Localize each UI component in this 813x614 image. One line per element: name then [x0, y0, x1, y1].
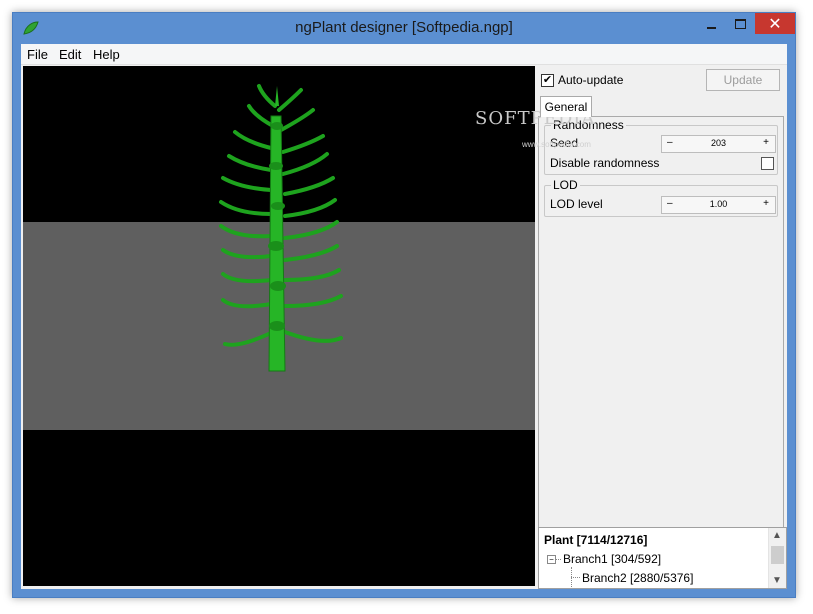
randomness-group: Randomness Seed – 203 + Disable randomne… [544, 118, 778, 175]
scroll-thumb[interactable] [771, 546, 784, 564]
lod-level-spinbox[interactable]: – 1.00 + [661, 196, 776, 214]
3d-viewport[interactable] [23, 66, 535, 586]
tree-item-branch2[interactable]: Branch2 [2880/5376] [582, 571, 693, 585]
tree-connector [556, 559, 561, 560]
menu-edit[interactable]: Edit [59, 47, 81, 62]
menu-bar: File Edit Help [21, 44, 787, 65]
window-title: ngPlant designer [Softpedia.ngp] [295, 19, 513, 36]
tree-item-branch1[interactable]: Branch1 [304/592] [563, 552, 661, 566]
app-window: ngPlant designer [Softpedia.ngp] ✕ File … [12, 12, 796, 598]
lod-title: LOD [551, 178, 580, 192]
lod-increment-button[interactable]: + [763, 198, 769, 209]
tab-general[interactable]: General [540, 96, 592, 117]
seed-increment-button[interactable]: + [763, 137, 769, 148]
menu-file[interactable]: File [27, 47, 48, 62]
auto-update-label: Auto-update [558, 73, 624, 87]
disable-randomness-label: Disable randomness [550, 156, 660, 170]
auto-update-checkbox[interactable]: ✔ [541, 74, 554, 87]
close-button[interactable]: ✕ [755, 13, 795, 34]
plant-tree-view[interactable]: Plant [7114/12716] − Branch1 [304/592] B… [538, 527, 787, 589]
lod-level-label: LOD level [550, 197, 603, 211]
tree-connector [571, 577, 580, 578]
plant-model [219, 84, 343, 372]
close-icon: ✕ [768, 15, 782, 33]
lod-group: LOD LOD level – 1.00 + [544, 178, 778, 217]
tree-item-plant[interactable]: Plant [7114/12716] [544, 533, 647, 547]
softpedia-watermark-url: www.softpedia.com [522, 140, 591, 149]
update-button[interactable]: Update [706, 69, 780, 91]
seed-spinbox[interactable]: – 203 + [661, 135, 776, 153]
properties-panel: ✔ Auto-update Update General Randomness … [538, 66, 785, 528]
tree-scrollbar[interactable]: ▲ ▼ [768, 528, 786, 588]
maximize-icon [734, 18, 746, 29]
client-area: File Edit Help ✔ Auto-update Update Gene… [21, 44, 787, 589]
disable-randomness-checkbox[interactable] [761, 157, 774, 170]
maximize-button[interactable] [726, 13, 754, 34]
lod-level-value[interactable]: 1.00 [662, 199, 775, 209]
title-bar[interactable]: ngPlant designer [Softpedia.ngp] ✕ [13, 13, 795, 44]
collapse-icon[interactable]: − [547, 555, 556, 564]
seed-value[interactable]: 203 [662, 138, 775, 148]
scroll-down-icon[interactable]: ▼ [772, 575, 782, 586]
minimize-icon [706, 26, 716, 29]
scroll-up-icon[interactable]: ▲ [772, 530, 782, 541]
menu-help[interactable]: Help [93, 47, 120, 62]
checkmark-icon: ✔ [542, 74, 553, 86]
minimize-button[interactable] [697, 13, 725, 34]
general-tab-panel: Randomness Seed – 203 + Disable randomne… [538, 116, 784, 528]
